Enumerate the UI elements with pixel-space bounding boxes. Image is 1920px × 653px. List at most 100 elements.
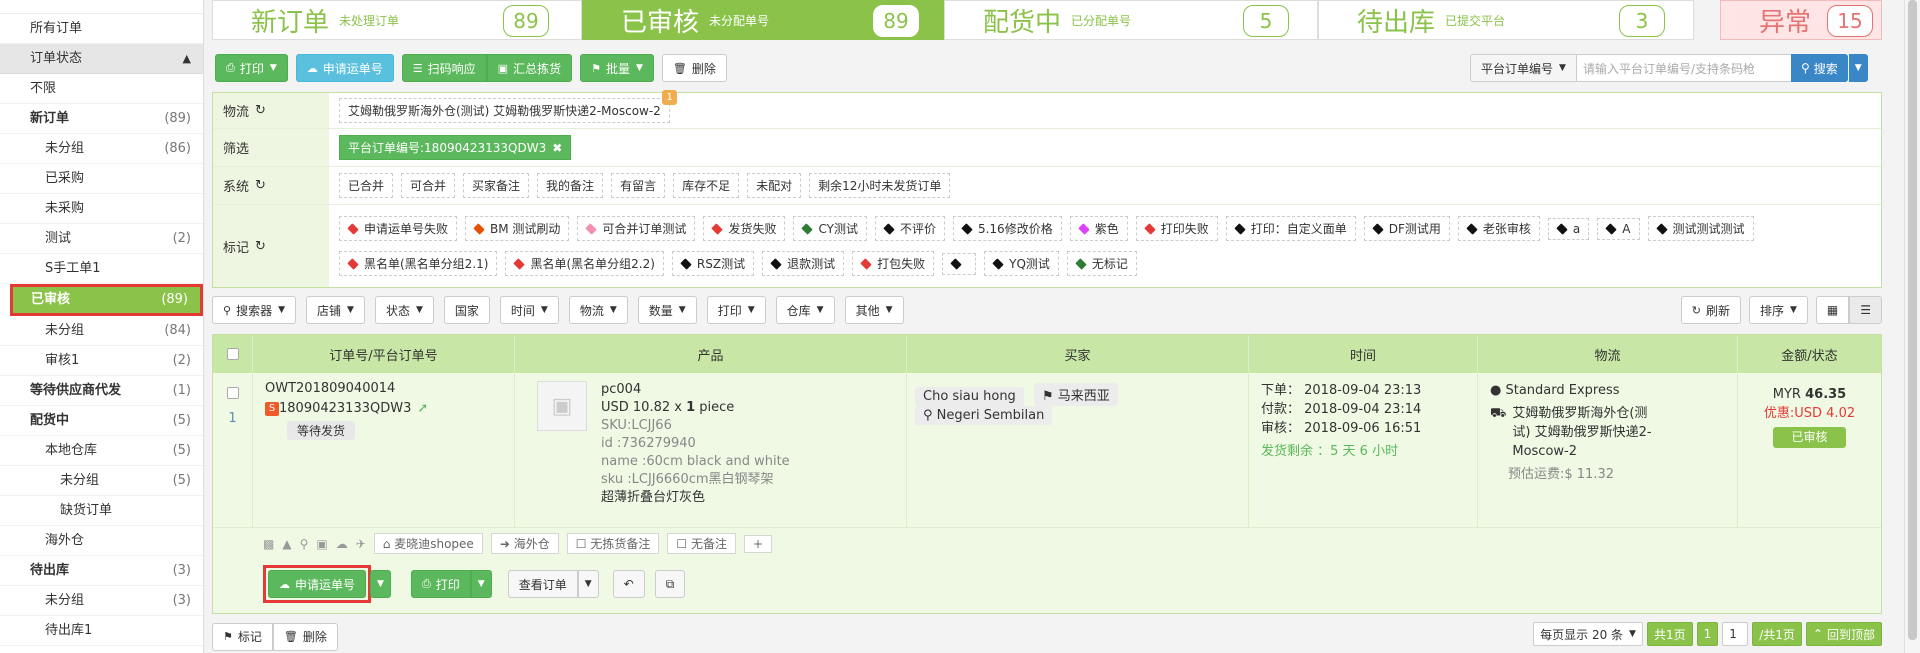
tab-picking[interactable]: 配货中 已分配单号 5 xyxy=(944,0,1318,40)
system-filter-chip[interactable]: 剩余12小时未发货订单 xyxy=(809,173,951,198)
tab-audited[interactable]: 已审核 未分配单号 89 xyxy=(582,0,944,40)
mark-filter-chip[interactable]: 发货失败 xyxy=(703,216,786,241)
mark-filter-chip[interactable]: 5.16修改价格 xyxy=(952,216,1062,241)
sidebar-item-ungrouped[interactable]: 未分组 (84) xyxy=(0,316,203,346)
chevron-down-icon[interactable]: ▼ xyxy=(270,63,277,73)
copy-button[interactable]: ⧉ xyxy=(654,570,686,598)
filter-dropdown[interactable]: 打印 ▼ xyxy=(706,296,766,324)
plane-icon[interactable]: ✈ xyxy=(356,537,366,551)
view-order-dropdown[interactable]: ▼ xyxy=(577,570,599,598)
apply-tracking-dropdown[interactable]: ▼ xyxy=(370,570,391,598)
hierarchy-icon[interactable]: ▲ xyxy=(183,44,191,73)
filter-dropdown[interactable]: 数量 ▼ xyxy=(637,296,697,324)
refresh-icon[interactable]: ↻ xyxy=(255,239,266,254)
sidebar-item-audited[interactable]: 已审核 (89) xyxy=(10,284,203,316)
mark-filter-chip[interactable]: 可合并订单测试 xyxy=(577,216,696,241)
filter-dropdown[interactable]: 时间 ▼ xyxy=(499,296,559,324)
mark-filter-chip[interactable]: 打印：自定义面单 xyxy=(1225,216,1356,241)
location-icon[interactable]: ⚲ xyxy=(300,537,309,551)
mark-button[interactable]: ⚑ 标记 xyxy=(212,622,273,651)
warehouse-tag[interactable]: ➜ 海外仓 xyxy=(490,533,559,554)
mark-filter-chip[interactable]: 退款测试 xyxy=(762,251,845,276)
sidebar-item-ungrouped[interactable]: 未分组 (86) xyxy=(0,134,203,164)
tab-pending-out[interactable]: 待出库 已提交平台 3 xyxy=(1318,0,1694,40)
sidebar-item-pending-out[interactable]: 待出库 (3) xyxy=(0,556,203,586)
mark-filter-chip[interactable]: 申请运单号失败 xyxy=(339,216,458,241)
system-filter-chip[interactable]: 我的备注 xyxy=(537,173,604,198)
external-link-icon[interactable]: ➚ xyxy=(417,401,428,416)
mark-filter-chip[interactable]: a xyxy=(1547,217,1590,240)
mark-filter-chip[interactable] xyxy=(942,252,977,275)
refresh-button[interactable]: ↻ 刷新 xyxy=(1680,296,1741,324)
delete-button[interactable]: 🗑 删除 xyxy=(661,54,727,82)
list-view-button[interactable]: ☰ xyxy=(1849,296,1882,324)
sidebar-item-purchased[interactable]: 已采购 xyxy=(0,164,203,194)
product-image-placeholder[interactable]: ▣ xyxy=(537,381,587,431)
system-filter-chip[interactable]: 有留言 xyxy=(611,173,666,198)
mark-filter-chip[interactable]: 打包失败 xyxy=(852,251,935,276)
filter-dropdown[interactable]: 店铺 ▼ xyxy=(306,296,365,324)
mark-filter-chip[interactable]: 无标记 xyxy=(1066,251,1137,276)
search-field-select[interactable]: 平台订单编号 ▼ xyxy=(1470,54,1577,82)
bottom-delete-button[interactable]: 🗑 删除 xyxy=(272,622,338,651)
sidebar-item-picking[interactable]: 配货中 (5) xyxy=(0,406,203,436)
sidebar-item-manual[interactable]: S手工单1 xyxy=(0,254,203,284)
per-page-select[interactable]: 每页显示 20 条 ▼ xyxy=(1533,622,1643,646)
row-apply-tracking-button[interactable]: ☁ 申请运单号 xyxy=(268,570,367,598)
tab-new-orders[interactable]: 新订单 未处理订单 89 xyxy=(212,0,582,40)
summary-pick-button[interactable]: ▣ 汇总拣货 xyxy=(486,54,573,82)
mark-filter-chip[interactable]: DF测试用 xyxy=(1363,216,1450,241)
row-print-button[interactable]: ⎙ 打印 xyxy=(410,570,471,598)
sidebar-item-local-warehouse[interactable]: 本地仓库 (5) xyxy=(0,436,203,466)
mark-filter-chip[interactable]: 紫色 xyxy=(1069,216,1128,241)
shop-tag[interactable]: ⌂ 麦晓迪shopee xyxy=(373,533,483,554)
refresh-icon[interactable]: ↻ xyxy=(255,178,266,193)
sidebar-item-pending-out1[interactable]: 待出库1 xyxy=(0,616,203,646)
scrollbar[interactable] xyxy=(1904,0,1920,653)
apply-tracking-button[interactable]: ☁ 申请运单号 xyxy=(295,54,394,82)
pick-note-tag[interactable]: ☐ 无拣货备注 xyxy=(566,533,660,554)
tab-exception[interactable]: 异常 15 xyxy=(1720,0,1882,40)
mark-filter-chip[interactable]: 测试测试测试 xyxy=(1647,216,1754,241)
sidebar-item-test[interactable]: 测试 (2) xyxy=(0,224,203,254)
grid-view-button[interactable]: ▦ xyxy=(1815,296,1850,324)
scrollbar-thumb[interactable] xyxy=(1908,0,1917,640)
view-order-button[interactable]: 查看订单 xyxy=(507,570,578,598)
mark-filter-chip[interactable]: BM 测试刷动 xyxy=(465,216,570,241)
scan-response-button[interactable]: ☰ 扫码响应 xyxy=(401,54,487,82)
sidebar-item-new-orders[interactable]: 新订单 (89) xyxy=(0,104,203,134)
active-filter-chip[interactable]: 平台订单编号:18090423133QDW3 ✖ xyxy=(339,135,572,160)
mark-filter-chip[interactable]: 老张审核 xyxy=(1457,216,1540,241)
filter-dropdown[interactable]: 国家 xyxy=(443,296,490,324)
sidebar-item-ungrouped[interactable]: 未分组 (5) xyxy=(0,466,203,496)
print-button[interactable]: ⎙ 打印 ▼ xyxy=(215,54,288,82)
page-input[interactable]: 1 xyxy=(1722,622,1749,646)
sidebar-item-unpurchased[interactable]: 未采购 xyxy=(0,194,203,224)
filter-dropdown[interactable]: 其他 ▼ xyxy=(844,296,904,324)
print-dropdown[interactable]: ▼ xyxy=(470,570,492,598)
filter-dropdown[interactable]: 状态 ▼ xyxy=(374,296,434,324)
sidebar-item-audit1[interactable]: 审核1 (2) xyxy=(0,346,203,376)
search-button[interactable]: ⚲ 搜索 xyxy=(1790,54,1848,82)
money-icon[interactable]: ▩ xyxy=(263,537,274,551)
gift-icon[interactable]: ▲ xyxy=(282,537,291,551)
mark-filter-chip[interactable]: 打印失败 xyxy=(1135,216,1218,241)
sidebar-item-overseas[interactable]: 海外仓 xyxy=(0,526,203,556)
mark-filter-chip[interactable]: YQ测试 xyxy=(984,251,1059,276)
filter-dropdown[interactable]: 物流 ▼ xyxy=(568,296,628,324)
mark-filter-chip[interactable]: A xyxy=(1597,217,1640,240)
mark-filter-chip[interactable]: 黑名单(黑名单分组2.1) xyxy=(339,251,498,276)
system-filter-chip[interactable]: 未配对 xyxy=(747,173,802,198)
refresh-icon[interactable]: ↻ xyxy=(255,103,266,118)
note-tag[interactable]: ☐ 无备注 xyxy=(667,533,736,554)
sidebar-item-unlimited[interactable]: 不限 xyxy=(0,74,203,104)
search-options-button[interactable]: ▼ xyxy=(1848,54,1868,82)
mark-filter-chip[interactable]: 黑名单(黑名单分组2.2) xyxy=(505,251,664,276)
sidebar-item-ungrouped[interactable]: 未分组 (3) xyxy=(0,586,203,616)
platform-order-number[interactable]: 18090423133QDW3 xyxy=(279,401,411,416)
logistics-chip[interactable]: 艾姆勒俄罗斯海外仓(测试) 艾姆勒俄罗斯快递2-Moscow-2 1 xyxy=(339,90,677,123)
current-page-button[interactable]: 1 xyxy=(1696,622,1719,646)
inbox-icon[interactable]: ▣ xyxy=(316,537,327,551)
batch-button[interactable]: ⚑ 批量 ▼ xyxy=(580,54,654,82)
close-icon[interactable]: ✖ xyxy=(552,141,562,155)
